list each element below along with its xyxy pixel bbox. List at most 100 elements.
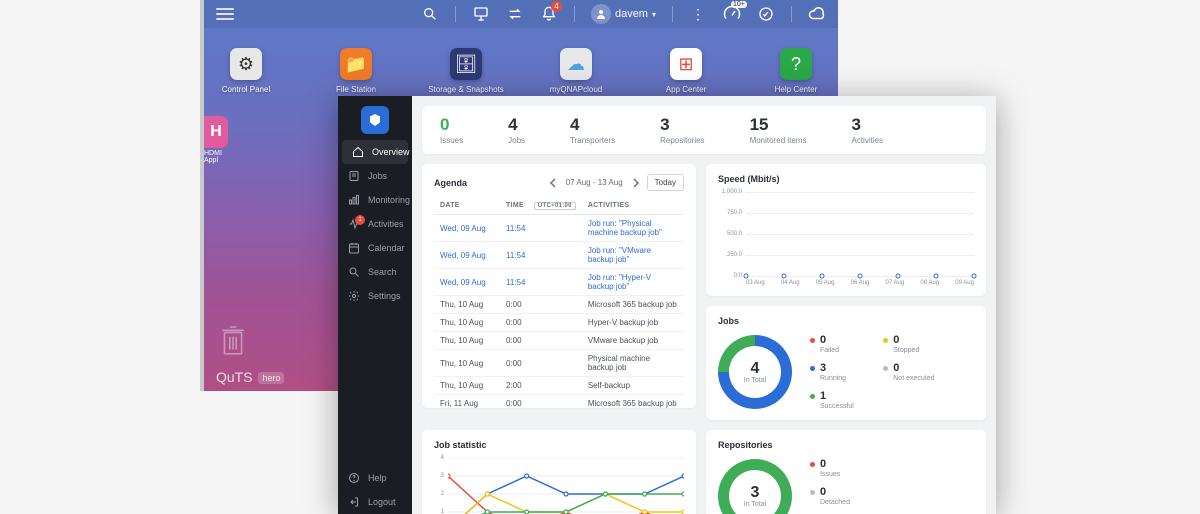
dock-item[interactable]: ?Help Center [756,48,836,94]
agenda-row[interactable]: Thu, 10 Aug0:00Physical machine backup j… [434,350,684,377]
trash-icon[interactable] [219,326,247,356]
speed-badge: 10+ [731,1,747,8]
hdmi-label: HDMIAppl [204,150,222,164]
dock-item[interactable]: 🗄Storage & Snapshots [426,48,506,94]
agenda-row[interactable]: Wed, 09 Aug11:54Job run: "Hyper-V backup… [434,269,684,296]
sidebar-icon [348,290,360,302]
x-axis-label: 04 Aug [781,280,800,286]
more-icon[interactable]: ⋮ [689,5,707,23]
agenda-row[interactable]: Fri, 11 Aug0:00Microsoft 365 backup job [434,395,684,409]
data-point [744,274,749,279]
prev-week-icon[interactable] [548,177,560,189]
y-axis-label: 3 [441,473,448,479]
taskbar-divider [791,6,792,22]
search-icon[interactable] [421,5,439,23]
menu-icon[interactable] [216,8,234,20]
legend-value: 0 [893,362,899,374]
legend-color-dot [810,366,815,371]
agenda-row[interactable]: Thu, 10 Aug0:00VMware backup job [434,332,684,350]
agenda-time: 0:00 [500,296,582,314]
legend-label: Successful [820,403,861,410]
legend-color-dot [810,338,815,343]
sidebar-icon [348,170,360,182]
sidebar-item-logout[interactable]: Logout [338,490,412,514]
agenda-activity: Microsoft 365 backup job [582,296,684,314]
dock-item[interactable]: ☁myQNAPcloud [536,48,616,94]
sidebar-item-monitoring[interactable]: Monitoring [338,188,412,212]
sidebar-icon [352,146,364,158]
legend-color-dot [883,338,888,343]
col-time: TIMEUTC+01:00 [500,197,582,215]
summary-label: Transporters [570,136,615,145]
speed-card: Speed (Mbit/s) 1,000.0750.0500.0250.00.0… [706,164,986,296]
x-axis-label: 07 Aug [886,280,905,286]
agenda-activity: Self-backup [582,377,684,395]
agenda-activity: Job run: "VMware backup job" [582,242,684,269]
legend-label: Failed [820,347,861,354]
agenda-row[interactable]: Wed, 09 Aug11:54Job run: "Physical machi… [434,215,684,242]
today-button[interactable]: Today [647,174,684,191]
dock-item[interactable]: ⚙Control Panel [206,48,286,94]
data-point [934,274,939,279]
sidebar-item-jobs[interactable]: Jobs [338,164,412,188]
timezone-badge: UTC+01:00 [534,202,576,210]
sidebar-item-calendar[interactable]: Calendar [338,236,412,260]
task-switch-icon[interactable] [506,5,524,23]
x-axis-label: 03 Aug [746,280,765,286]
cloud-icon[interactable] [808,5,826,23]
agenda-activity: Physical machine backup job [582,350,684,377]
sidebar-label: Jobs [368,171,387,181]
summary-value: 4 [570,115,615,135]
hdmi-app-icon[interactable]: H [204,116,228,148]
summary-value: 0 [440,115,463,135]
notifications-icon[interactable]: 4 [540,5,558,23]
sidebar-item-overview[interactable]: Overview [342,140,408,164]
legend-label: Stopped [893,347,934,354]
legend-label: Issues [820,471,850,478]
data-point [895,274,900,279]
data-point [781,274,786,279]
sidebar-item-help[interactable]: Help [338,466,412,490]
sync-icon[interactable] [757,5,775,23]
jobs-title: Jobs [718,316,974,326]
legend-item: 0Stopped [883,334,934,354]
sidebar-item-search[interactable]: Search [338,260,412,284]
agenda-activity: Hyper-V backup job [582,314,684,332]
user-name: davem [615,8,648,20]
summary-item: 4Transporters [570,115,615,145]
summary-item: 15Monitored items [750,115,807,145]
notification-badge: 4 [551,1,562,12]
sidebar-item-activities[interactable]: Activities1 [338,212,412,236]
dock-item[interactable]: ⊞App Center [646,48,726,94]
dock-label: myQNAPcloud [550,85,602,94]
dock-item[interactable]: 📁File Station [316,48,396,94]
taskbar-divider [455,6,456,22]
sidebar-item-settings[interactable]: Settings [338,284,412,308]
agenda-activity: Job run: "Hyper-V backup job" [582,269,684,296]
resource-monitor-icon[interactable] [472,5,490,23]
next-week-icon[interactable] [629,177,641,189]
user-menu[interactable]: davem ▾ [591,4,656,24]
agenda-row[interactable]: Thu, 10 Aug0:00Hyper-V backup job [434,314,684,332]
dashboard-speed-icon[interactable]: 10+ [723,5,741,23]
dock-app-icon: 📁 [340,48,372,80]
sidebar: Overview Jobs MonitoringActivities1Calenda… [338,96,412,514]
agenda-date: Thu, 10 Aug [434,296,500,314]
jobstat-title: Job statistic [434,440,684,450]
agenda-row[interactable]: Thu, 10 Aug2:00Self-backup [434,377,684,395]
sidebar-label: Overview [372,147,410,157]
agenda-date: Wed, 09 Aug [434,269,500,296]
data-point [819,274,824,279]
agenda-row[interactable]: Wed, 09 Aug11:54Job run: "VMware backup … [434,242,684,269]
summary-item: 4Jobs [508,115,525,145]
app-logo-icon[interactable] [361,106,389,134]
summary-card: 0Issues4Jobs4Transporters3Repositories15… [422,106,986,154]
summary-label: Monitored items [750,136,807,145]
agenda-date: Thu, 10 Aug [434,377,500,395]
agenda-row[interactable]: Thu, 10 Aug0:00Microsoft 365 backup job [434,296,684,314]
summary-label: Jobs [508,136,525,145]
agenda-activity: Microsoft 365 backup job [582,395,684,409]
repos-total-label: In Total [744,501,766,508]
sidebar-icon [348,194,360,206]
taskbar-divider [672,6,673,22]
